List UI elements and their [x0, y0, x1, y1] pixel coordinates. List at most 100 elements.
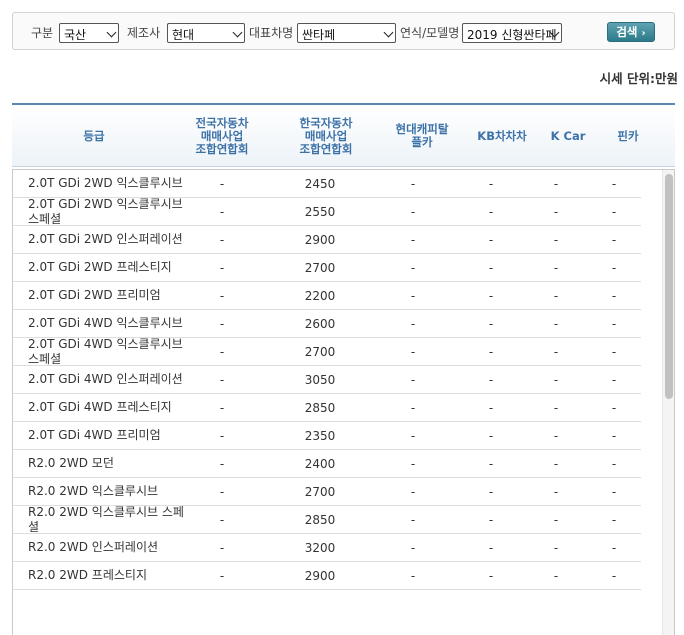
- price-cell: -: [219, 204, 225, 219]
- category-label: 구분: [31, 26, 54, 40]
- price-cell: -: [410, 260, 416, 275]
- price-cell: -: [219, 456, 225, 471]
- price-cell: -: [611, 232, 617, 247]
- price-cell: -: [219, 540, 225, 555]
- grade-cell: 2.0T GDi 2WD 프레스티지: [28, 260, 172, 274]
- price-cell: -: [410, 512, 416, 527]
- model-select[interactable]: 싼타페: [297, 23, 396, 43]
- grade-cell: 2.0T GDi 4WD 프리미엄: [28, 428, 161, 442]
- price-cell: -: [488, 456, 494, 471]
- column-header-pinca: 핀카: [617, 128, 639, 143]
- table-row: 2.0T GDi 2WD 익스클루시브 스페셜 -2550- - - -: [13, 196, 641, 226]
- search-button[interactable]: 검색 ›: [607, 22, 655, 42]
- maker-select[interactable]: 현대: [167, 23, 245, 43]
- category-select-value: 국산: [64, 28, 87, 42]
- price-cell: 2900: [304, 232, 336, 247]
- price-cell: -: [611, 484, 617, 499]
- model-label: 대표차명: [249, 26, 294, 40]
- column-header-hyundai-capital: 현대캐피탈 플카: [395, 122, 449, 149]
- price-cell: -: [488, 316, 494, 331]
- price-cell: -: [488, 176, 494, 191]
- price-cell: -: [488, 428, 494, 443]
- grade-cell: R2.0 2WD 모던: [28, 456, 114, 470]
- grade-cell: 2.0T GDi 2WD 익스클루시브: [28, 176, 183, 190]
- grade-cell: 2.0T GDi 4WD 프레스티지: [28, 400, 172, 414]
- grade-cell: R2.0 2WD 인스퍼레이션: [28, 540, 159, 554]
- table-row: 2.0T GDi 4WD 익스클루시브 -2600- - - -: [13, 310, 641, 338]
- price-cell: -: [611, 456, 617, 471]
- grade-cell: 2.0T GDi 4WD 익스클루시브: [28, 316, 183, 330]
- search-button-label: 검색: [616, 25, 638, 39]
- price-cell: -: [219, 428, 225, 443]
- table-row: 2.0T GDi 2WD 익스클루시브 -2450- - - -: [13, 170, 641, 198]
- table-row: 2.0T GDi 2WD 인스퍼레이션 -2900- - - -: [13, 226, 641, 254]
- chevron-down-icon: [232, 27, 243, 38]
- price-table-body: 2.0T GDi 2WD 익스클루시브 - 2450 - - - - 2.0T GDi 2WD…: [12, 169, 675, 635]
- price-cell: -: [611, 568, 617, 583]
- price-cell: -: [611, 204, 617, 219]
- price-cell: -: [611, 540, 617, 555]
- grade-cell: R2.0 2WD 프레스티지: [28, 568, 147, 582]
- price-cell: -: [219, 568, 225, 583]
- maker-label: 제조사: [127, 26, 161, 40]
- column-header-grade: 등급: [83, 128, 105, 143]
- price-cell: -: [611, 400, 617, 415]
- price-cell: -: [611, 372, 617, 387]
- price-cell: 2700: [304, 344, 336, 359]
- grade-cell: 2.0T GDi 2WD 인스퍼레이션: [28, 232, 183, 246]
- year-model-select[interactable]: 2019 신형싼타페: [462, 23, 562, 43]
- table-row: 2.0T GDi 2WD 프리미엄 -2200- - - -: [13, 282, 641, 310]
- price-cell: -: [611, 316, 617, 331]
- price-cell: -: [410, 400, 416, 415]
- price-cell: -: [219, 288, 225, 303]
- price-cell: -: [488, 260, 494, 275]
- price-cell: -: [611, 288, 617, 303]
- maker-select-value: 현대: [172, 28, 195, 42]
- price-cell: -: [410, 204, 416, 219]
- chevron-down-icon: [383, 27, 394, 38]
- column-header-korea-association: 한국자동차 매매사업 조합연합회: [299, 115, 353, 156]
- year-model-select-value: 2019 신형싼타페: [467, 28, 557, 42]
- price-cell: -: [488, 344, 494, 359]
- table-row: R2.0 2WD 익스클루시브 -2700- - - -: [13, 478, 641, 506]
- table-row: 2.0T GDi 4WD 익스클루시브 스페셜 -2700- - - -: [13, 336, 641, 366]
- price-cell: -: [410, 344, 416, 359]
- table-row: 2.0T GDi 4WD 프레스티지 -2850- - - -: [13, 394, 641, 422]
- category-select[interactable]: 국산: [59, 23, 119, 43]
- price-cell: -: [488, 540, 494, 555]
- price-cell: 2700: [304, 484, 336, 499]
- grade-cell: 2.0T GDi 2WD 익스클루시브 스페셜: [28, 196, 183, 226]
- price-cell: -: [488, 400, 494, 415]
- price-cell: -: [410, 568, 416, 583]
- grade-cell: 2.0T GDi 4WD 인스퍼레이션: [28, 372, 183, 386]
- price-cell: -: [410, 316, 416, 331]
- price-cell: -: [219, 484, 225, 499]
- grade-cell: 2.0T GDi 4WD 익스클루시브 스페셜: [28, 336, 183, 366]
- grade-cell: 2.0T GDi 2WD 프리미엄: [28, 288, 161, 302]
- column-header-kcar: K Car: [550, 128, 586, 143]
- price-cell: 2400: [304, 456, 336, 471]
- year-label: 연식/모델명: [400, 26, 460, 40]
- price-cell: -: [410, 540, 416, 555]
- price-cell: -: [410, 176, 416, 191]
- price-cell: -: [611, 176, 617, 191]
- scrollbar-thumb[interactable]: [665, 174, 673, 399]
- price-cell: -: [410, 428, 416, 443]
- table-row: R2.0 2WD 프레스티지 -2900- - - -: [13, 562, 641, 590]
- price-cell: -: [611, 428, 617, 443]
- price-cell: 3050: [304, 372, 336, 387]
- price-cell: -: [611, 260, 617, 275]
- table-row: 2.0T GDi 4WD 인스퍼레이션 -3050- - - -: [13, 366, 641, 394]
- chevron-right-icon: ›: [641, 28, 646, 39]
- price-unit-note: 시세 단위:만원: [599, 71, 678, 86]
- column-header-national-association: 전국자동차 매매사업 조합연합회: [195, 115, 249, 156]
- price-cell: 2450: [304, 176, 336, 191]
- price-cell: 2850: [304, 512, 336, 527]
- price-cell: 2600: [304, 316, 336, 331]
- vertical-scrollbar[interactable]: [662, 170, 674, 635]
- table-header: 등급 전국자동차 매매사업 조합연합회 한국자동차 매매사업 조합연합회 현대캐피탈 플카…: [12, 103, 675, 167]
- price-cell: -: [488, 232, 494, 247]
- price-cell: -: [219, 260, 225, 275]
- price-cell: -: [219, 372, 225, 387]
- price-cell: 3200: [304, 540, 336, 555]
